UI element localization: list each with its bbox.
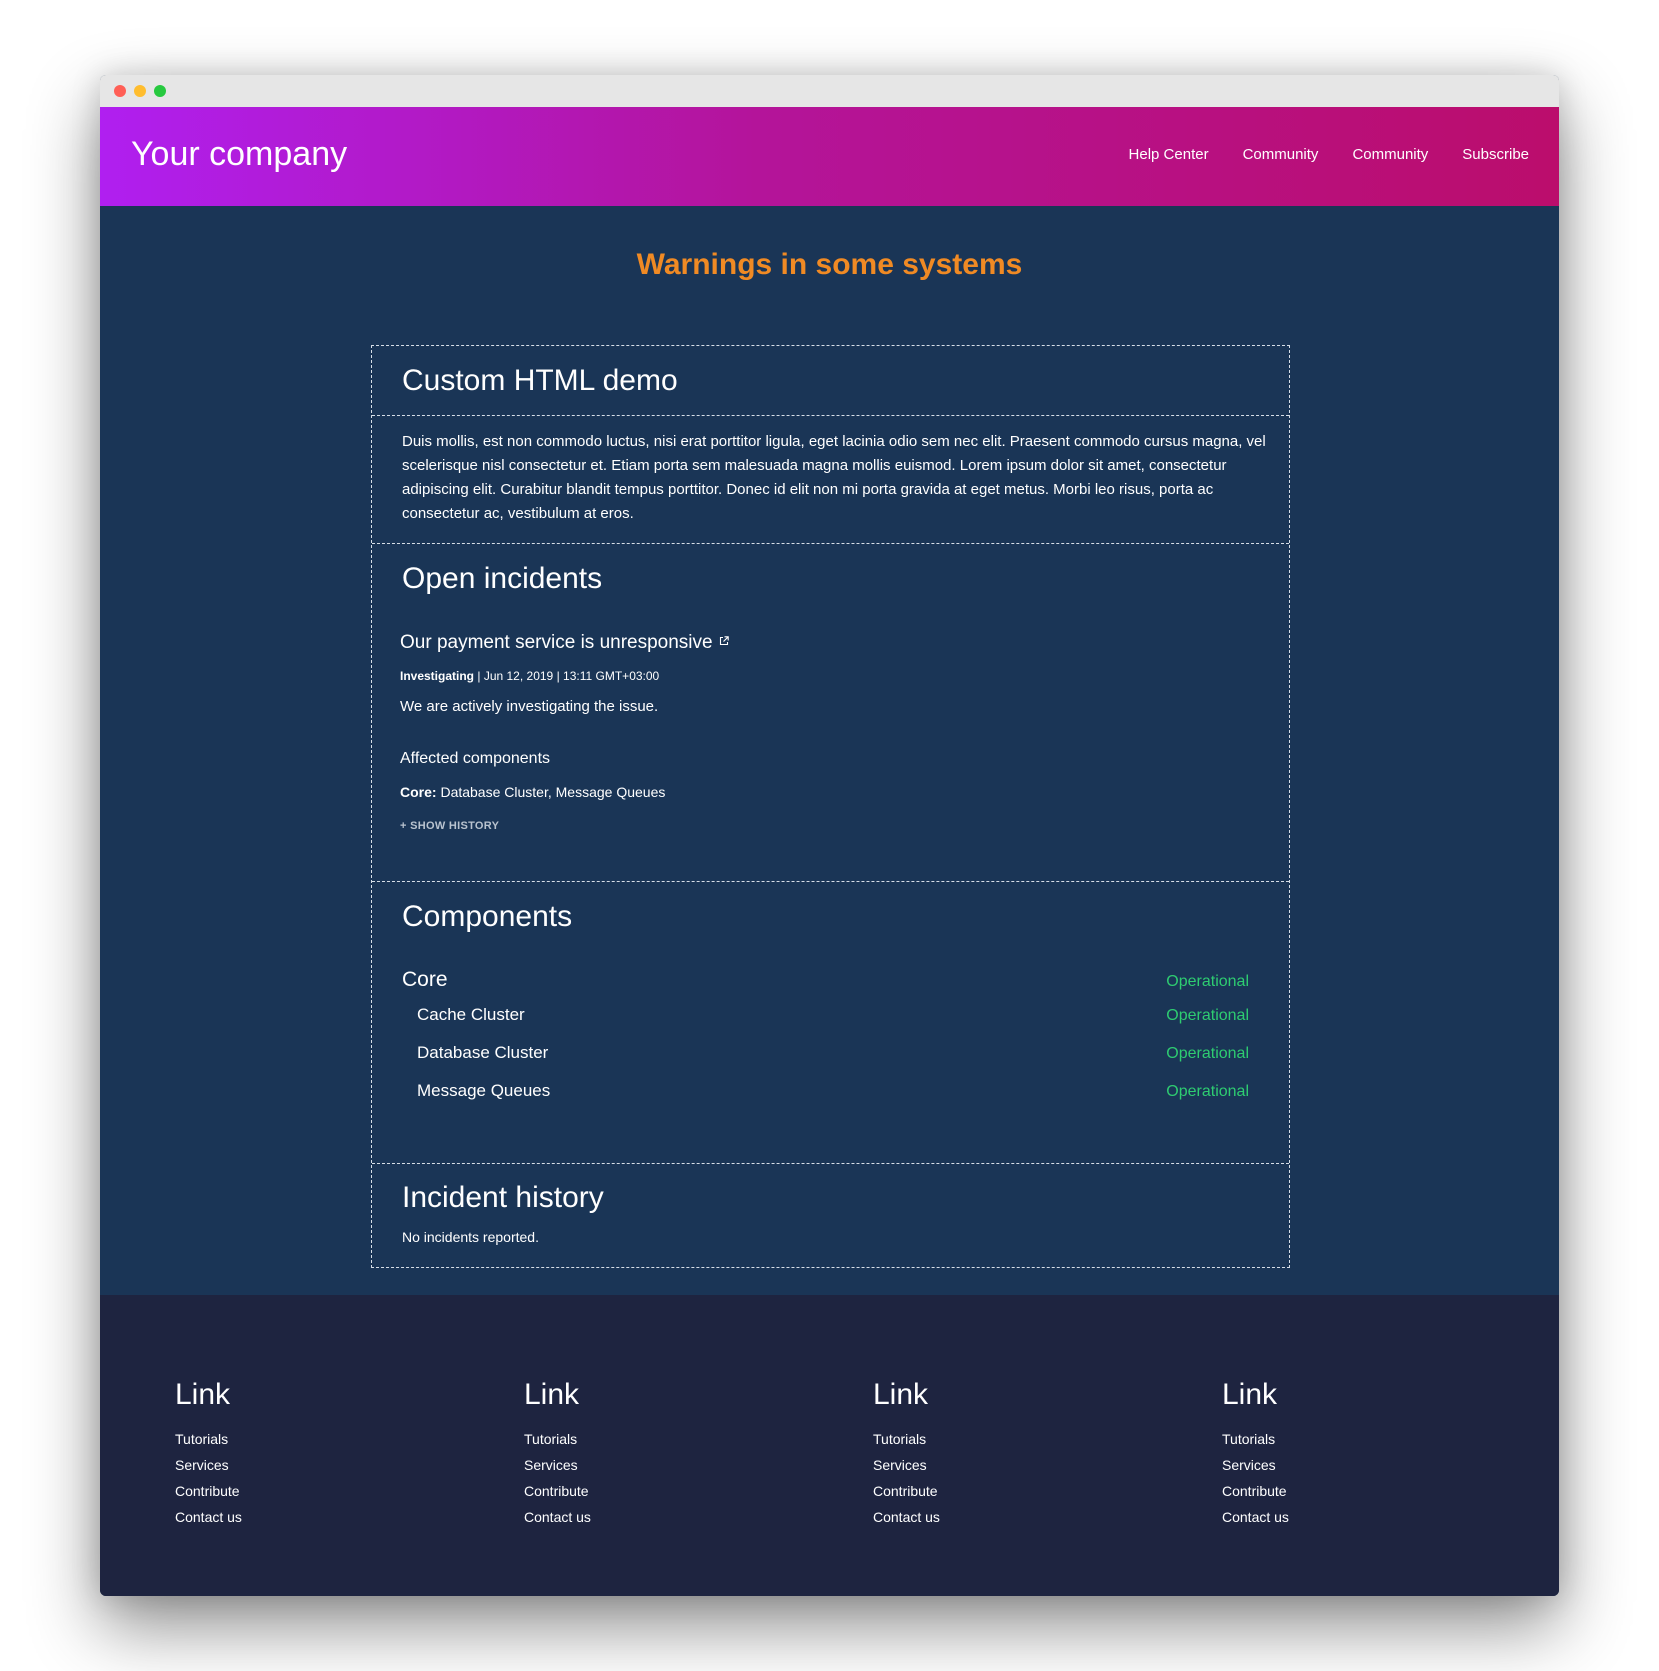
footer-link-contribute[interactable]: Contribute [1222,1483,1287,1499]
components-title: Components [402,900,573,933]
nav-help-center[interactable]: Help Center [1129,147,1209,162]
footer-link-services[interactable]: Services [873,1457,927,1473]
component-row: Database Cluster Operational [402,1044,1249,1062]
no-incidents-text: No incidents reported. [402,1229,539,1245]
footer-column-title: Link [524,1378,580,1411]
custom-html-title: Custom HTML demo [402,364,678,397]
incident-message: We are actively investigating the issue. [400,698,659,715]
footer-column: Link Tutorials Services Contribute Conta… [1222,1380,1522,1530]
footer-column: Link Tutorials Services Contribute Conta… [175,1380,475,1530]
component-status: Operational [1166,973,1249,990]
incident-time: 13:11 GMT+03:00 [563,669,660,683]
minimize-window-button[interactable] [134,85,146,97]
affected-components-list: Core: Database Cluster, Message Queues [400,785,665,799]
meta-separator: | [556,669,560,683]
footer-column-title: Link [175,1378,231,1411]
incident-state: Investigating [400,669,475,683]
brand-logo-link[interactable]: Your company [131,137,347,171]
footer-link-services[interactable]: Services [1222,1457,1276,1473]
site-footer: Link Tutorials Services Contribute Conta… [100,1295,1559,1596]
footer-link-contribute[interactable]: Contribute [873,1483,938,1499]
component-status: Operational [1166,1007,1249,1024]
footer-column-title: Link [873,1378,929,1411]
footer-column: Link Tutorials Services Contribute Conta… [524,1380,824,1530]
affected-components-title: Affected components [400,750,551,767]
component-row: Core Operational [402,969,1249,990]
status-panel: Custom HTML demo Duis mollis, est non co… [371,345,1290,1268]
footer-link-contact[interactable]: Contact us [873,1509,940,1525]
nav-community[interactable]: Community [1243,147,1319,162]
site-header: Your company Help Center Community Commu… [100,107,1559,206]
footer-column-title: Link [1222,1378,1278,1411]
footer-link-tutorials[interactable]: Tutorials [524,1431,577,1447]
footer-link-services[interactable]: Services [175,1457,229,1473]
footer-link-contribute[interactable]: Contribute [175,1483,240,1499]
incident-title-text: Our payment service is unresponsive [400,632,713,653]
nav-subscribe[interactable]: Subscribe [1462,147,1529,162]
show-history-button[interactable]: + SHOW HISTORY [400,821,499,832]
component-row: Message Queues Operational [402,1082,1249,1100]
component-status: Operational [1166,1083,1249,1100]
incident-date: Jun 12, 2019 [483,669,554,683]
footer-link-services[interactable]: Services [524,1457,578,1473]
footer-link-tutorials[interactable]: Tutorials [1222,1431,1275,1447]
main-nav: Help Center Community Community Subscrib… [1129,147,1529,162]
custom-html-text: Duis mollis, est non commodo luctus, nis… [402,433,1266,522]
affected-group-label: Core: [400,784,437,800]
footer-link-contact[interactable]: Contact us [1222,1509,1289,1525]
component-name: Core [402,968,448,991]
footer-column: Link Tutorials Services Contribute Conta… [873,1380,1173,1530]
custom-html-body-section: Duis mollis, est non commodo luctus, nis… [372,416,1289,544]
component-name: Database Cluster [417,1043,549,1062]
footer-link-tutorials[interactable]: Tutorials [175,1431,228,1447]
custom-html-header-section: Custom HTML demo [372,346,1289,416]
incident-history-section: Incident history No incidents reported. [372,1164,1289,1267]
component-status: Operational [1166,1045,1249,1062]
nav-community-2[interactable]: Community [1352,147,1428,162]
browser-window: Your company Help Center Community Commu… [100,75,1559,1596]
incident-title-link[interactable]: Our payment service is unresponsive [400,633,729,652]
footer-link-tutorials[interactable]: Tutorials [873,1431,926,1447]
affected-components-names: Database Cluster, Message Queues [440,784,666,800]
open-incidents-section: Open incidents Our payment service is un… [372,544,1289,882]
footer-link-contact[interactable]: Contact us [524,1509,591,1525]
meta-separator: | [477,669,481,683]
main-content: Warnings in some systems Custom HTML dem… [100,206,1559,1295]
footer-link-contact[interactable]: Contact us [175,1509,242,1525]
component-name: Cache Cluster [417,1005,525,1024]
window-titlebar [100,75,1559,107]
maximize-window-button[interactable] [154,85,166,97]
incident-history-title: Incident history [402,1181,604,1214]
components-section: Components Core Operational Cache Cluste… [372,882,1289,1164]
footer-link-contribute[interactable]: Contribute [524,1483,589,1499]
external-link-icon [719,636,729,646]
component-row: Cache Cluster Operational [402,1006,1249,1024]
overall-status-title: Warnings in some systems [636,248,1023,281]
open-incidents-title: Open incidents [402,562,603,595]
close-window-button[interactable] [114,85,126,97]
component-name: Message Queues [417,1081,551,1100]
incident-meta: Investigating | Jun 12, 2019 | 13:11 GMT… [400,670,659,682]
